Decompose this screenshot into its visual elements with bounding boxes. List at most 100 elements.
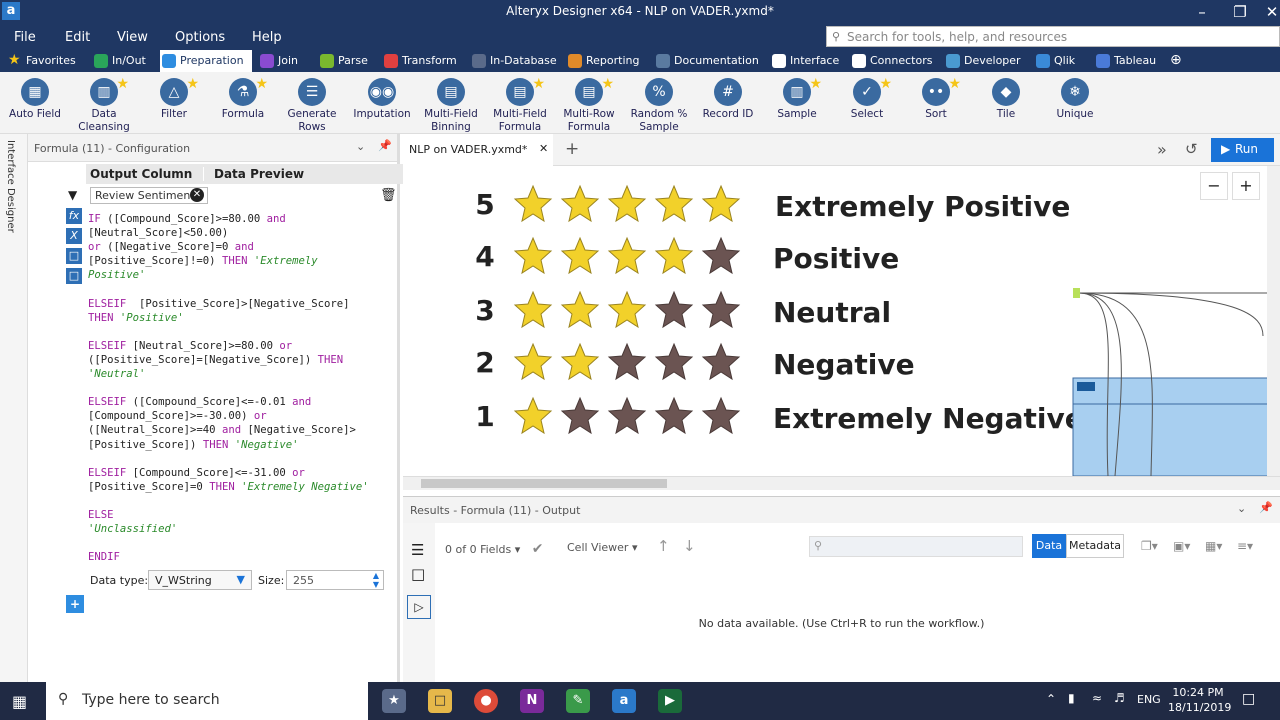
- tab-data[interactable]: Data: [1032, 534, 1066, 558]
- app-icon-1[interactable]: ★: [382, 689, 406, 713]
- arrow-up-icon[interactable]: ↑: [657, 537, 670, 555]
- connection-anchor-icon[interactable]: [1073, 288, 1080, 298]
- tab-workflow[interactable]: NLP on VADER.yxmd* ✕: [403, 134, 553, 166]
- alteryx-taskbar-icon[interactable]: a: [612, 689, 636, 713]
- category-tab-parse[interactable]: Parse: [318, 50, 368, 72]
- saved-expression-icon[interactable]: □: [66, 248, 82, 264]
- category-tab-tableau[interactable]: Tableau: [1094, 50, 1156, 72]
- category-tab-qlik[interactable]: Qlik: [1034, 50, 1075, 72]
- tool-imputation[interactable]: ◉◉ Imputation: [347, 78, 417, 121]
- expand-chevrons-icon[interactable]: »: [1157, 140, 1167, 159]
- tab-metadata[interactable]: Metadata: [1066, 534, 1124, 558]
- restore-button[interactable]: ❐: [1224, 0, 1256, 24]
- tool-sort[interactable]: •• ★ Sort: [901, 77, 971, 121]
- copy-icon[interactable]: ❐▾: [1141, 539, 1158, 553]
- cell-viewer-dropdown[interactable]: Cell Viewer ▾: [567, 541, 637, 554]
- tool-filter[interactable]: △ ★ Filter: [139, 77, 209, 121]
- results-search-input[interactable]: ⚲: [809, 536, 1023, 557]
- notepad-icon[interactable]: ✎: [566, 689, 590, 713]
- category-tab-join[interactable]: Join: [258, 50, 298, 72]
- menu-options[interactable]: Options: [175, 30, 225, 45]
- file-explorer-icon[interactable]: □: [428, 689, 452, 713]
- canvas-vertical-scrollbar[interactable]: [1267, 166, 1280, 476]
- category-tab-developer[interactable]: Developer: [944, 50, 1021, 72]
- menu-help[interactable]: Help: [252, 30, 282, 45]
- language-indicator[interactable]: ENG: [1137, 693, 1161, 706]
- output-tag-icon[interactable]: ▷: [407, 595, 431, 619]
- history-icon[interactable]: ↺: [1185, 140, 1198, 158]
- chevron-down-icon[interactable]: ⌄: [1237, 502, 1246, 515]
- tool-multi-field-binning[interactable]: ▤ Multi-Field Binning: [416, 78, 486, 134]
- tool-random-sample[interactable]: % Random % Sample: [624, 78, 694, 134]
- canvas-horizontal-scrollbar[interactable]: [403, 476, 1280, 490]
- windows-start-icon[interactable]: ▦: [12, 692, 27, 711]
- container-header-icon[interactable]: [1077, 382, 1095, 391]
- output-column-header[interactable]: Output Column: [90, 167, 204, 181]
- zoom-out-button[interactable]: −: [1200, 172, 1228, 200]
- tool-unique[interactable]: ❄ Unique: [1040, 78, 1110, 121]
- save-icon[interactable]: ▣▾: [1173, 539, 1190, 553]
- run-button[interactable]: ▶ Run: [1211, 138, 1274, 162]
- tool-multi-field-formula[interactable]: ▤ ★ Multi-Field Formula: [485, 77, 555, 134]
- workflow-canvas[interactable]: 5 Extremely Positive 4 Positive 3 Neutral 2 Neg…: [403, 166, 1280, 476]
- wifi-icon[interactable]: ≈: [1092, 691, 1102, 705]
- tool-sample[interactable]: ▥ ★ Sample: [762, 77, 832, 121]
- tool-auto-field[interactable]: ▦ Auto Field: [0, 78, 70, 121]
- scroll-thumb[interactable]: [421, 479, 667, 488]
- new-tab-icon[interactable]: +: [565, 139, 579, 159]
- tool-record-id[interactable]: # Record ID: [693, 78, 763, 121]
- function-fx-icon[interactable]: fx: [66, 208, 82, 224]
- table-options-icon[interactable]: ▦▾: [1205, 539, 1222, 553]
- add-formula-button[interactable]: +: [66, 595, 84, 613]
- chrome-icon[interactable]: ●: [474, 689, 498, 713]
- tray-chevron-icon[interactable]: ⌃: [1046, 692, 1056, 706]
- category-tab-transform[interactable]: Transform: [382, 50, 457, 72]
- category-tab-in-database[interactable]: In-Database: [470, 50, 557, 72]
- category-tab-in-out[interactable]: In/Out: [92, 50, 146, 72]
- battery-icon[interactable]: ▮: [1068, 691, 1075, 705]
- checkmark-icon[interactable]: ✔: [532, 541, 544, 557]
- formula-expression-editor[interactable]: IF ([Compound_Score]>=80.00 and [Neutral…: [88, 212, 388, 564]
- category-tab-favorites[interactable]: ★ Favorites: [6, 50, 76, 72]
- tab-close-icon[interactable]: ✕: [539, 142, 548, 155]
- clear-field-icon[interactable]: ✕: [190, 188, 204, 202]
- pin-icon[interactable]: 📌: [378, 139, 392, 152]
- variable-x-icon[interactable]: X: [66, 228, 82, 244]
- minimize-button[interactable]: –: [1186, 0, 1218, 24]
- data-preview-header[interactable]: Data Preview: [214, 167, 304, 181]
- menu-file[interactable]: File: [14, 30, 36, 45]
- pin-icon[interactable]: 📌: [1259, 501, 1273, 514]
- tool-tile[interactable]: ◆ Tile: [971, 78, 1041, 121]
- size-input[interactable]: 255 ▲ ▼: [286, 570, 384, 590]
- tool-generate-rows[interactable]: ☰ Generate Rows: [277, 78, 347, 134]
- tool-select[interactable]: ✓ ★ Select: [832, 77, 902, 121]
- menu-edit[interactable]: Edit: [65, 30, 90, 45]
- size-stepper-icon[interactable]: ▲ ▼: [373, 571, 379, 589]
- onenote-icon[interactable]: N: [520, 689, 544, 713]
- container-box[interactable]: [1072, 377, 1280, 476]
- menu-lines-icon[interactable]: ≡▾: [1237, 539, 1253, 553]
- save-expression-icon[interactable]: □: [66, 268, 82, 284]
- global-search-input[interactable]: ⚲ Search for tools, help, and resources: [826, 26, 1280, 47]
- tool-formula[interactable]: ⚗ ★ Formula: [208, 77, 278, 121]
- arrow-down-icon[interactable]: ↓: [683, 537, 696, 555]
- category-tab-preparation[interactable]: Preparation: [160, 50, 252, 72]
- close-button[interactable]: ✕: [1256, 0, 1280, 24]
- tool-multi-row-formula[interactable]: ▤ ★ Multi-Row Formula: [554, 77, 624, 134]
- chevron-down-icon[interactable]: ⌄: [356, 140, 365, 153]
- menu-view[interactable]: View: [117, 30, 148, 45]
- table-view-icon[interactable]: ☰: [411, 541, 424, 559]
- collapse-chevron-icon[interactable]: ▼: [68, 188, 77, 202]
- taskbar-search-input[interactable]: ⚲ Type here to search: [46, 682, 368, 720]
- tool-data-cleansing[interactable]: ▥ ★ Data Cleansing: [69, 77, 139, 134]
- category-tab-interface[interactable]: Interface: [770, 50, 839, 72]
- interface-designer-label[interactable]: Interface Designer: [5, 140, 16, 233]
- category-tab-connectors[interactable]: Connectors: [850, 50, 932, 72]
- zoom-in-button[interactable]: +: [1232, 172, 1260, 200]
- clock[interactable]: 10:24 PM 18/11/2019: [1168, 685, 1231, 715]
- add-category-icon[interactable]: ⊕: [1170, 52, 1182, 68]
- delete-trash-icon[interactable]: 🗑: [380, 188, 397, 203]
- fields-count[interactable]: 0 of 0 Fields ▾ ✔: [445, 541, 543, 557]
- volume-icon[interactable]: ♬: [1114, 691, 1125, 705]
- datatype-select[interactable]: V_WString ▼: [148, 570, 252, 590]
